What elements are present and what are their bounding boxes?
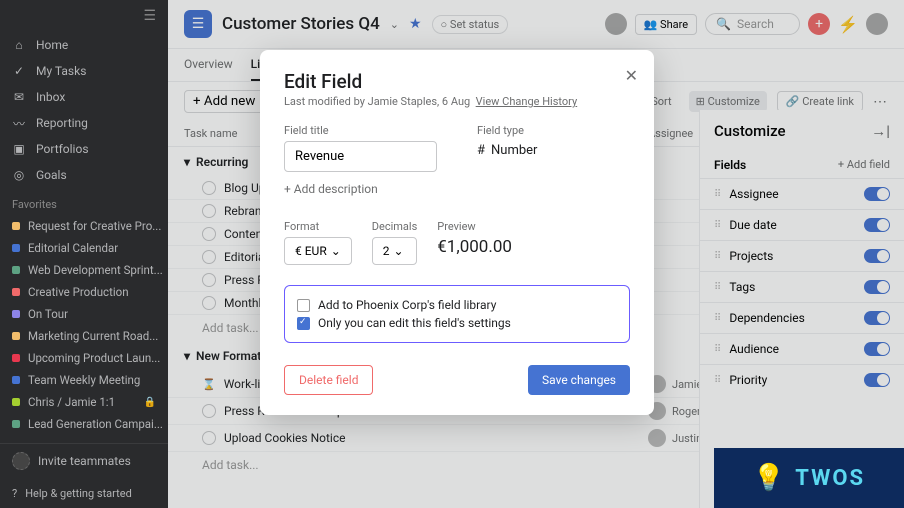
sidebar-collapse[interactable]: ☰	[0, 0, 168, 32]
field-title-input[interactable]	[284, 141, 437, 172]
target-icon: ◎	[12, 168, 26, 182]
chevron-down-icon: ⌄	[331, 244, 341, 258]
permissions-group: Add to Phoenix Corp's field library Only…	[284, 285, 630, 343]
fav-label: Creative Production	[28, 285, 129, 299]
fav-item[interactable]: Web Development Sprint...	[0, 259, 168, 281]
project-color-icon	[12, 420, 20, 428]
fav-item[interactable]: Marketing Current Road...	[0, 325, 168, 347]
checkbox-icon[interactable]	[297, 317, 310, 330]
modal-title: Edit Field	[284, 70, 630, 93]
checkbox-icon[interactable]	[297, 299, 310, 312]
nav-portfolios[interactable]: ▣ Portfolios	[0, 136, 168, 162]
fav-label: Request for Creative Pro...	[28, 219, 161, 233]
edit-field-modal: ✕ Edit Field Last modified by Jamie Stap…	[260, 50, 654, 415]
field-type-label: Field type	[477, 124, 630, 137]
history-link[interactable]: View Change History	[476, 95, 578, 108]
decimals-label: Decimals	[372, 220, 417, 233]
close-icon[interactable]: ✕	[625, 66, 638, 85]
fav-item[interactable]: Request for Creative Pro...	[0, 215, 168, 237]
folder-icon: ▣	[12, 142, 26, 156]
help-icon: ?	[12, 487, 17, 500]
inbox-icon: ✉	[12, 90, 26, 104]
modal-subtitle: Last modified by Jamie Staples, 6 Aug Vi…	[284, 95, 630, 108]
project-color-icon	[12, 266, 20, 274]
checkbox-library[interactable]: Add to Phoenix Corp's field library	[297, 296, 617, 314]
fav-item[interactable]: Lead Generation Campai...	[0, 413, 168, 435]
fav-item[interactable]: Creative Production	[0, 281, 168, 303]
fav-label: Marketing Current Road...	[28, 329, 158, 343]
checkbox-permissions[interactable]: Only you can edit this field's settings	[297, 314, 617, 332]
nav-reporting[interactable]: 〰 Reporting	[0, 110, 168, 136]
project-color-icon	[12, 244, 20, 252]
fav-item[interactable]: Editorial Calendar	[0, 237, 168, 259]
fav-label: On Tour	[28, 307, 68, 321]
nav-label: Reporting	[36, 116, 88, 130]
nav-inbox[interactable]: ✉ Inbox	[0, 84, 168, 110]
delete-field-button[interactable]: Delete field	[284, 365, 373, 395]
avatar-plus-icon	[12, 452, 30, 470]
fav-item[interactable]: Chris / Jamie 1:1 🔒	[0, 391, 168, 413]
nav-my-tasks[interactable]: ✓ My Tasks	[0, 58, 168, 84]
home-icon: ⌂	[12, 38, 26, 52]
check-circle-icon: ✓	[12, 64, 26, 78]
add-description-button[interactable]: + Add description	[284, 182, 630, 196]
format-label: Format	[284, 220, 352, 233]
fav-label: Upcoming Product Laun...	[28, 351, 160, 365]
project-color-icon	[12, 222, 20, 230]
help-link[interactable]: ? Help & getting started	[12, 487, 132, 500]
save-changes-button[interactable]: Save changes	[528, 365, 630, 395]
fav-item[interactable]: On Tour	[0, 303, 168, 325]
decimals-select[interactable]: 2⌄	[372, 237, 417, 265]
fav-label: Lead Generation Campai...	[28, 417, 163, 431]
logo-text: TWOS	[795, 466, 865, 491]
nav-goals[interactable]: ◎ Goals	[0, 162, 168, 188]
fav-label: Web Development Sprint...	[28, 263, 163, 277]
fav-item[interactable]: Upcoming Product Laun...	[0, 347, 168, 369]
nav-home[interactable]: ⌂ Home	[0, 32, 168, 58]
fav-label: Editorial Calendar	[28, 241, 118, 255]
chevron-down-icon: ⌄	[394, 244, 404, 258]
nav-label: Home	[36, 38, 68, 52]
nav-label: My Tasks	[36, 64, 86, 78]
fav-label: Team Weekly Meeting	[28, 373, 140, 387]
sidebar: ☰ ⌂ Home ✓ My Tasks ✉ Inbox 〰 Reporting ▣ Por…	[0, 0, 168, 508]
project-color-icon	[12, 354, 20, 362]
fav-label: Chris / Jamie 1:1	[28, 395, 115, 409]
nav-label: Inbox	[36, 90, 65, 104]
project-color-icon	[12, 398, 20, 406]
fav-item[interactable]: Team Weekly Meeting	[0, 369, 168, 391]
menu-icon: ☰	[143, 8, 156, 24]
favorites-header: Favorites	[0, 188, 168, 215]
preview-label: Preview	[437, 220, 512, 233]
help-label: Help & getting started	[25, 487, 132, 500]
watermark-logo: 💡 TWOS	[714, 448, 904, 508]
chart-icon: 〰	[12, 116, 26, 130]
field-title-label: Field title	[284, 124, 437, 137]
project-color-icon	[12, 310, 20, 318]
project-color-icon	[12, 288, 20, 296]
project-color-icon	[12, 332, 20, 340]
invite-label: Invite teammates	[38, 454, 131, 468]
project-color-icon	[12, 376, 20, 384]
field-type-value: #Number	[477, 143, 630, 158]
number-icon: #	[477, 143, 485, 158]
bulb-icon: 💡	[753, 463, 787, 493]
lock-icon: 🔒	[144, 397, 156, 408]
nav-label: Portfolios	[36, 142, 89, 156]
nav-label: Goals	[36, 168, 67, 182]
format-select[interactable]: € EUR⌄	[284, 237, 352, 265]
invite-teammates[interactable]: Invite teammates	[0, 443, 168, 478]
preview-value: €1,000.00	[437, 237, 512, 257]
